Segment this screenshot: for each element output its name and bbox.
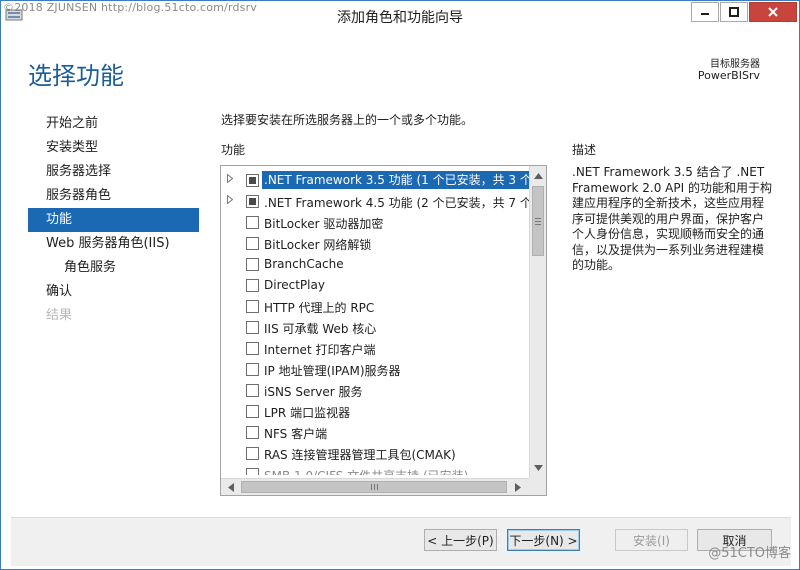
feature-checkbox[interactable] xyxy=(246,447,259,460)
feature-checkbox[interactable] xyxy=(246,468,259,475)
feature-label: iSNS Server 服务 xyxy=(264,385,363,399)
feature-checkbox[interactable] xyxy=(246,174,259,187)
title-bar[interactable]: ©2018 ZJUNSEN http://blog.51cto.com/rdsr… xyxy=(1,1,799,30)
next-button[interactable]: 下一步(N) > xyxy=(507,529,580,551)
close-button[interactable] xyxy=(749,2,797,22)
page-title: 选择功能 xyxy=(28,62,124,90)
feature-label: IIS 可承载 Web 核心 xyxy=(264,322,377,336)
feature-checkbox[interactable] xyxy=(246,237,259,250)
install-button: 安装(I) xyxy=(615,529,688,551)
nav-item-features[interactable]: 功能 xyxy=(28,208,199,232)
feature-row[interactable]: IIS 可承载 Web 核心 xyxy=(221,317,529,338)
feature-row[interactable]: LPR 端口监视器 xyxy=(221,401,529,422)
feature-label: Internet 打印客户端 xyxy=(264,343,376,357)
feature-label: DirectPlay xyxy=(264,278,325,292)
minimize-button[interactable] xyxy=(691,2,719,22)
maximize-icon xyxy=(729,7,739,17)
scroll-left-icon[interactable] xyxy=(223,479,239,495)
close-icon xyxy=(768,7,778,17)
horizontal-scrollbar[interactable] xyxy=(221,478,546,495)
feature-checkbox[interactable] xyxy=(246,216,259,229)
nav-item-server-roles[interactable]: 服务器角色 xyxy=(28,184,199,208)
nav-item-web-server-role[interactable]: Web 服务器角色(IIS) xyxy=(28,232,199,256)
expand-arrow-icon[interactable] xyxy=(227,173,237,186)
scroll-up-icon[interactable] xyxy=(530,168,546,184)
feature-checkbox[interactable] xyxy=(246,426,259,439)
wizard-window: ©2018 ZJUNSEN http://blog.51cto.com/rdsr… xyxy=(0,0,800,570)
feature-label: RAS 连接管理器管理工具包(CMAK) xyxy=(264,448,456,462)
feature-checkbox[interactable] xyxy=(246,384,259,397)
feature-label: BitLocker 驱动器加密 xyxy=(264,217,384,231)
feature-label: NFS 客户端 xyxy=(264,427,328,441)
feature-checkbox[interactable] xyxy=(246,195,259,208)
feature-checkbox[interactable] xyxy=(246,279,259,292)
vertical-scrollbar[interactable] xyxy=(529,166,546,478)
wizard-footer: < 上一步(P) 下一步(N) > 安装(I) 取消 xyxy=(11,517,791,566)
feature-row[interactable]: Internet 打印客户端 xyxy=(221,338,529,359)
feature-row[interactable]: DirectPlay xyxy=(221,275,529,296)
feature-label: .NET Framework 4.5 功能 (2 个已安装，共 7 个) xyxy=(264,196,529,210)
nav-item-confirmation[interactable]: 确认 xyxy=(28,280,199,304)
scroll-right-icon[interactable] xyxy=(510,479,526,495)
watermark-blog: @51CTO博客 xyxy=(708,546,791,561)
feature-label: .NET Framework 3.5 功能 (1 个已安装，共 3 个) xyxy=(261,170,529,190)
nav-item-before-you-begin[interactable]: 开始之前 xyxy=(28,112,199,136)
feature-row[interactable]: .NET Framework 4.5 功能 (2 个已安装，共 7 个) xyxy=(221,191,529,212)
feature-checkbox[interactable] xyxy=(246,300,259,313)
expand-arrow-icon[interactable] xyxy=(227,194,237,207)
features-list: .NET Framework 3.5 功能 (1 个已安装，共 3 个) .NET… xyxy=(221,170,529,475)
wizard-nav: 开始之前 安装类型 服务器选择 服务器角色 功能 Web 服务器角色(IIS) … xyxy=(28,112,199,328)
feature-label: HTTP 代理上的 RPC xyxy=(264,301,375,315)
feature-row[interactable]: BitLocker 网络解锁 xyxy=(221,233,529,254)
minimize-icon xyxy=(701,13,709,15)
feature-row[interactable]: RAS 连接管理器管理工具包(CMAK) xyxy=(221,443,529,464)
feature-row[interactable]: BranchCache xyxy=(221,254,529,275)
feature-label: BitLocker 网络解锁 xyxy=(264,238,372,252)
feature-row[interactable]: .NET Framework 3.5 功能 (1 个已安装，共 3 个) xyxy=(221,170,529,191)
features-tree[interactable]: .NET Framework 3.5 功能 (1 个已安装，共 3 个) .NET… xyxy=(220,165,547,496)
scroll-corner xyxy=(529,478,546,495)
nav-item-results: 结果 xyxy=(46,308,73,323)
feature-checkbox[interactable] xyxy=(246,342,259,355)
feature-checkbox[interactable] xyxy=(246,405,259,418)
nav-item-server-selection[interactable]: 服务器选择 xyxy=(28,160,199,184)
window-title: 添加角色和功能向导 xyxy=(337,10,463,26)
feature-label: SMB 1.0/CIFS 文件共享支持 (已安装) xyxy=(264,467,468,475)
target-server-value: PowerBISrv xyxy=(697,69,760,82)
feature-row[interactable]: iSNS Server 服务 xyxy=(221,380,529,401)
feature-row[interactable]: HTTP 代理上的 RPC xyxy=(221,296,529,317)
vertical-scroll-thumb[interactable] xyxy=(532,186,544,256)
feature-row[interactable]: BitLocker 驱动器加密 xyxy=(221,212,529,233)
feature-checkbox[interactable] xyxy=(246,363,259,376)
maximize-button[interactable] xyxy=(720,2,748,22)
instruction-text: 选择要安装在所选服务器上的一个或多个功能。 xyxy=(221,113,474,127)
previous-button[interactable]: < 上一步(P) xyxy=(424,529,497,551)
horizontal-scroll-thumb[interactable] xyxy=(241,481,507,493)
description-text: .NET Framework 3.5 结合了 .NET Framework 2.… xyxy=(572,165,772,272)
feature-label: BranchCache xyxy=(264,257,344,271)
target-server-label: 目标服务器 xyxy=(710,59,760,70)
nav-item-installation-type[interactable]: 安装类型 xyxy=(28,136,199,160)
feature-row[interactable]: NFS 客户端 xyxy=(221,422,529,443)
feature-checkbox[interactable] xyxy=(246,321,259,334)
feature-row[interactable]: IP 地址管理(IPAM)服务器 xyxy=(221,359,529,380)
nav-item-role-services[interactable]: 角色服务 xyxy=(28,256,199,280)
scroll-down-icon[interactable] xyxy=(530,460,546,476)
feature-label: IP 地址管理(IPAM)服务器 xyxy=(264,364,401,378)
feature-checkbox[interactable] xyxy=(246,258,259,271)
feature-label: LPR 端口监视器 xyxy=(264,406,351,420)
feature-row[interactable]: SMB 1.0/CIFS 文件共享支持 (已安装) xyxy=(221,464,529,475)
features-heading: 功能 xyxy=(221,143,246,157)
description-heading: 描述 xyxy=(572,143,597,157)
